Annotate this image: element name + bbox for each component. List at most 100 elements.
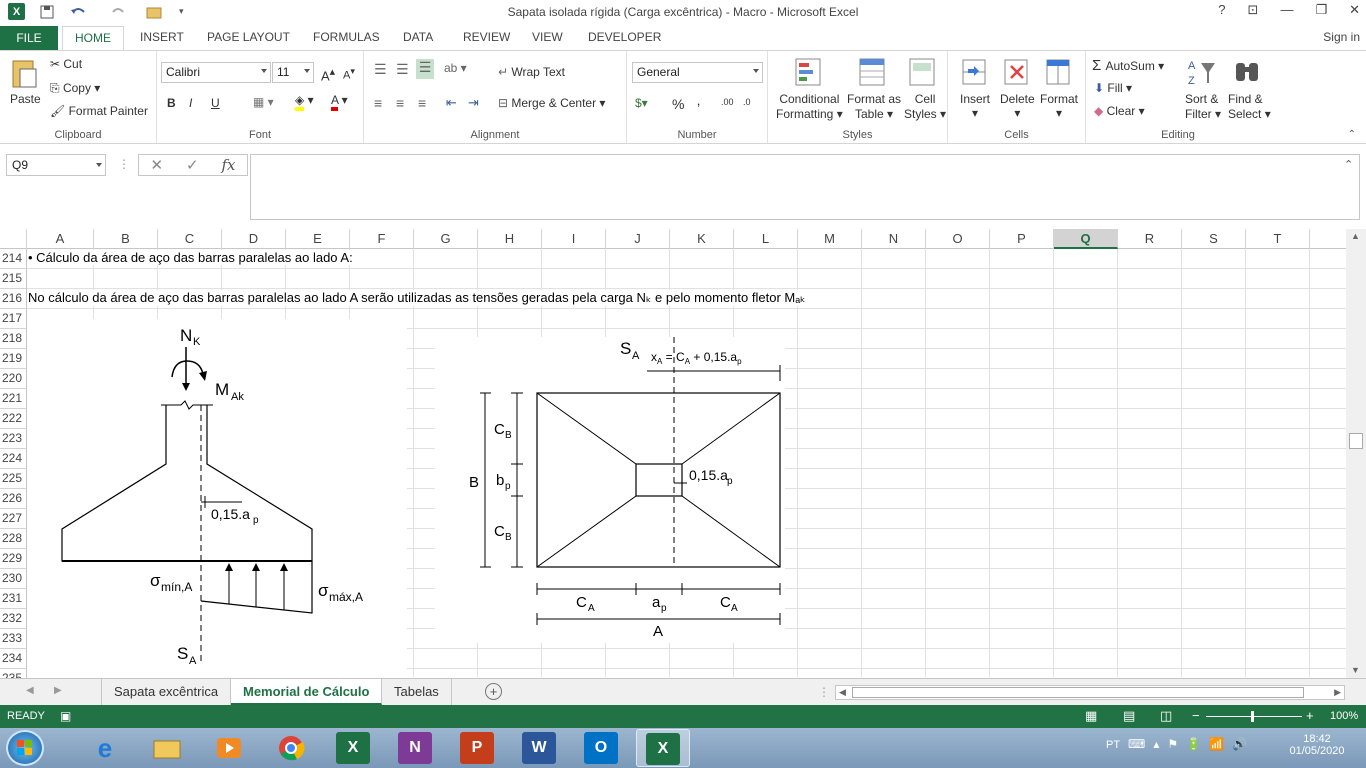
tab-insert[interactable]: INSERT [140, 30, 184, 44]
middle-align-icon[interactable]: ☰ [396, 61, 409, 78]
column-header-t[interactable]: T [1246, 229, 1310, 249]
horizontal-scrollbar[interactable]: ◀ ▶ [835, 685, 1345, 700]
column-header-f[interactable]: F [350, 229, 414, 249]
name-box[interactable]: Q9 [6, 154, 106, 176]
sheet-tab-sapata-excentrica[interactable]: Sapata excêntrica [101, 679, 232, 705]
row-header-234[interactable]: 234 [0, 649, 27, 669]
delete-button[interactable]: Delete ▾ [1000, 92, 1035, 120]
minimize-button[interactable]: — [1280, 2, 1293, 18]
row-header-218[interactable]: 218 [0, 329, 27, 349]
font-size-combo[interactable]: 11 [272, 62, 314, 83]
zoom-level[interactable]: 100% [1330, 710, 1358, 722]
underline-button[interactable]: U [211, 96, 220, 110]
insert-button[interactable]: Insert ▾ [960, 92, 990, 120]
column-header-c[interactable]: C [158, 229, 222, 249]
autosum-button[interactable]: Σ AutoSum ▾ [1092, 57, 1164, 74]
column-header-q[interactable]: Q [1054, 229, 1118, 249]
maximize-button[interactable]: ❐ [1315, 2, 1327, 18]
row-header-227[interactable]: 227 [0, 509, 27, 529]
normal-view-icon[interactable]: ▦ [1085, 708, 1097, 724]
horizontal-scroll-thumb[interactable] [852, 687, 1304, 698]
tab-formulas[interactable]: FORMULAS [313, 30, 380, 44]
bottom-align-icon[interactable]: ☰ [416, 59, 434, 79]
formula-input[interactable] [250, 154, 1360, 220]
font-color-button[interactable]: A ▾ [331, 93, 348, 111]
column-header-b[interactable]: B [94, 229, 158, 249]
file-explorer-icon[interactable] [150, 732, 184, 764]
clear-button[interactable]: ◆ Clear ▾ [1094, 104, 1145, 118]
scroll-left-icon[interactable]: ◀ [839, 687, 846, 698]
grow-font-button[interactable]: A▴ [321, 65, 335, 83]
select-all-corner[interactable] [0, 229, 27, 249]
zoom-slider[interactable] [1206, 716, 1302, 717]
column-header-d[interactable]: D [222, 229, 286, 249]
column-header-o[interactable]: O [926, 229, 990, 249]
row-header-228[interactable]: 228 [0, 529, 27, 549]
scroll-up-icon[interactable]: ▲ [1351, 231, 1360, 241]
tab-view[interactable]: VIEW [532, 30, 563, 44]
row-header-214[interactable]: 214 [0, 249, 27, 269]
page-layout-view-icon[interactable]: ▤ [1123, 708, 1135, 724]
row-header-230[interactable]: 230 [0, 569, 27, 589]
row-header-233[interactable]: 233 [0, 629, 27, 649]
percent-button[interactable]: % [672, 96, 684, 112]
column-header-p[interactable]: P [990, 229, 1054, 249]
conditional-formatting-button[interactable]: Conditional Formatting ▾ [776, 92, 843, 122]
tab-developer[interactable]: DEVELOPER [588, 30, 661, 44]
row-header-220[interactable]: 220 [0, 369, 27, 389]
row-header-232[interactable]: 232 [0, 609, 27, 629]
row-header-223[interactable]: 223 [0, 429, 27, 449]
tab-home[interactable]: HOME [62, 26, 124, 51]
excel-taskbar-icon[interactable]: X [336, 732, 370, 764]
worksheet-grid[interactable]: • Cálculo da área de aço das barras para… [27, 249, 1346, 677]
orientation-icon[interactable]: ab ▾ [444, 61, 467, 75]
page-break-view-icon[interactable]: ◫ [1160, 708, 1172, 724]
tab-file[interactable]: FILE [0, 26, 58, 50]
row-header-222[interactable]: 222 [0, 409, 27, 429]
align-left-icon[interactable]: ≡ [374, 95, 382, 111]
tray-icons[interactable]: ⌨▴⚑🔋📶🔊 [1128, 737, 1255, 751]
fill-button[interactable]: ⬇ Fill ▾ [1094, 81, 1132, 95]
column-header-m[interactable]: M [798, 229, 862, 249]
scroll-right-icon[interactable]: ▶ [1334, 687, 1341, 698]
row-header-225[interactable]: 225 [0, 469, 27, 489]
outlook-icon[interactable]: O [584, 732, 618, 764]
row-header-219[interactable]: 219 [0, 349, 27, 369]
zoom-out-icon[interactable]: − [1192, 708, 1200, 723]
shrink-font-button[interactable]: A▾ [343, 66, 355, 82]
format-painter-button[interactable]: 🖌 Format Painter [50, 104, 148, 118]
zoom-in-icon[interactable]: + [1306, 708, 1314, 723]
sheet-tab-tabelas[interactable]: Tabelas [382, 679, 452, 705]
find-select-button[interactable]: Find & Select ▾ [1228, 92, 1271, 122]
media-player-icon[interactable] [212, 732, 246, 764]
start-button[interactable] [6, 730, 44, 766]
help-button[interactable]: ? [1218, 2, 1225, 18]
column-header-h[interactable]: H [478, 229, 542, 249]
number-format-combo[interactable]: General [632, 62, 763, 83]
tab-page-layout[interactable]: PAGE LAYOUT [207, 30, 290, 44]
paste-icon[interactable] [10, 57, 38, 89]
sign-in-link[interactable]: Sign in [1323, 30, 1360, 44]
merge-center-button[interactable]: ⊟ Merge & Center ▾ [498, 96, 605, 110]
top-align-icon[interactable]: ☰ [374, 61, 387, 78]
format-as-table-button[interactable]: Format as Table ▾ [847, 92, 901, 122]
increase-decimal-icon[interactable]: .00 [721, 97, 734, 107]
footing-section-diagram[interactable]: N K M Ak 0,15.a p σ mín,A σ máx,A S A [27, 319, 407, 677]
format-button[interactable]: Format ▾ [1040, 92, 1078, 120]
language-indicator[interactable]: PT [1106, 739, 1120, 751]
internet-explorer-icon[interactable]: e [88, 732, 122, 764]
vertical-scroll-thumb[interactable] [1349, 433, 1363, 449]
column-header-e[interactable]: E [286, 229, 350, 249]
onenote-icon[interactable]: N [398, 732, 432, 764]
paste-button[interactable]: Paste [10, 92, 41, 106]
decrease-decimal-icon[interactable]: .0 [743, 97, 751, 107]
decrease-indent-icon[interactable]: ⇤ [446, 95, 457, 111]
ribbon-display-button[interactable]: ⊡ [1248, 2, 1259, 18]
sort-filter-button[interactable]: Sort & Filter ▾ [1185, 92, 1221, 122]
confirm-entry-icon[interactable]: ✓ [186, 156, 199, 174]
collapse-ribbon-icon[interactable]: ⌃ [1348, 129, 1356, 140]
column-header-n[interactable]: N [862, 229, 926, 249]
column-header-l[interactable]: L [734, 229, 798, 249]
borders-button[interactable]: ▦ ▾ [253, 95, 274, 109]
footing-plan-diagram[interactable]: S A xA = CA + 0,15.ap 0,15.a p B C B b p… [435, 337, 785, 643]
